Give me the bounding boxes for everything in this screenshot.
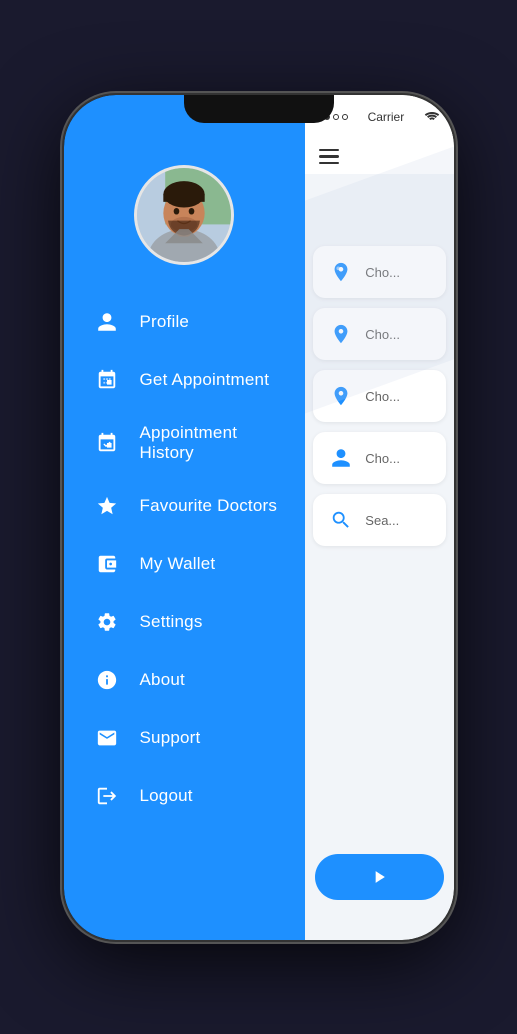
avatar-area	[64, 165, 306, 265]
menu-list: Profile Get Appointment	[64, 293, 306, 825]
avatar	[134, 165, 234, 265]
sidebar-item-get-appointment[interactable]: Get Appointment	[64, 351, 306, 409]
signal-dot-3	[333, 114, 339, 120]
card-text-5: Sea...	[365, 513, 399, 528]
phone-outer: Profile Get Appointment	[0, 0, 517, 1034]
sidebar-item-settings[interactable]: Settings	[64, 593, 306, 651]
card-icon-5	[327, 506, 355, 534]
sidebar-label-profile: Profile	[140, 312, 190, 332]
content-card-5[interactable]: Sea...	[313, 494, 445, 546]
card-icon-4	[327, 444, 355, 472]
notch	[184, 95, 334, 123]
sidebar-item-my-wallet[interactable]: My Wallet	[64, 535, 306, 593]
sidebar-label-favourite-doctors: Favourite Doctors	[140, 496, 278, 516]
sidebar-item-profile[interactable]: Profile	[64, 293, 306, 351]
phone-frame: Profile Get Appointment	[64, 95, 454, 940]
sidebar-item-support[interactable]: Support	[64, 709, 306, 767]
phone-screen: Profile Get Appointment	[64, 95, 454, 940]
sidebar-label-support: Support	[140, 728, 201, 748]
right-panel: Carrier	[305, 95, 453, 940]
signal-dot-4	[342, 114, 348, 120]
logout-icon	[92, 781, 122, 811]
card-text-3: Cho...	[365, 389, 400, 404]
sidebar-label-logout: Logout	[140, 786, 193, 806]
wallet-icon	[92, 549, 122, 579]
sidebar-label-appointment-history: Appointment History	[140, 423, 278, 463]
content-card-4[interactable]: Cho...	[313, 432, 445, 484]
info-icon	[92, 665, 122, 695]
ham-line-3	[319, 162, 339, 165]
wifi-icon	[424, 109, 440, 125]
ham-line-1	[319, 149, 339, 152]
sidebar-label-get-appointment: Get Appointment	[140, 370, 270, 390]
sidebar-item-favourite-doctors[interactable]: Favourite Doctors	[64, 477, 306, 535]
hamburger-button[interactable]	[319, 149, 339, 165]
calendar-plus-icon	[92, 365, 122, 395]
sidebar-label-my-wallet: My Wallet	[140, 554, 216, 574]
gear-icon	[92, 607, 122, 637]
sidebar-label-settings: Settings	[140, 612, 203, 632]
sidebar-item-about[interactable]: About	[64, 651, 306, 709]
bottom-action-button[interactable]	[315, 854, 443, 900]
sidebar-item-appointment-history[interactable]: Appointment History	[64, 409, 306, 477]
sidebar-item-logout[interactable]: Logout	[64, 767, 306, 825]
sidebar: Profile Get Appointment	[64, 95, 306, 940]
person-icon	[92, 307, 122, 337]
calendar-check-icon	[92, 428, 122, 458]
ham-line-2	[319, 155, 339, 158]
sidebar-label-about: About	[140, 670, 185, 690]
carrier-label: Carrier	[368, 110, 405, 124]
star-icon	[92, 491, 122, 521]
envelope-icon	[92, 723, 122, 753]
card-text-4: Cho...	[365, 451, 400, 466]
